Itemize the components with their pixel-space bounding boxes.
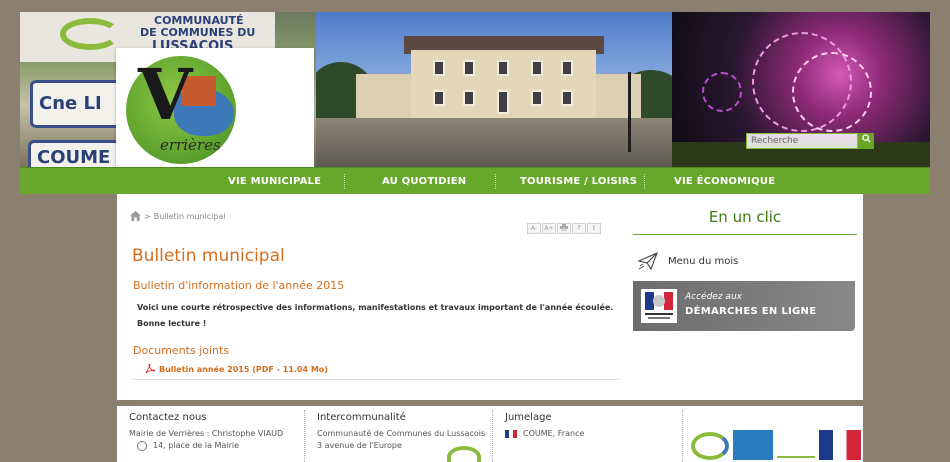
footer: Contactez nous Mairie de Verrières : Chr… (117, 400, 863, 462)
firework-burst (702, 72, 742, 112)
footer-jumelage: Jumelage COUME, France (505, 412, 584, 440)
attachment-link[interactable]: Bulletin année 2015 (PDF - 11.04 Mo) (145, 364, 328, 374)
sign-bottom-line-1: Cne LI (39, 93, 102, 114)
paper-plane-icon (638, 252, 658, 270)
window (433, 90, 445, 106)
partner-logos (691, 426, 863, 462)
facebook-share-button[interactable]: f (572, 223, 586, 234)
demarches-en-ligne-banner[interactable]: Accédez aux DÉMARCHES EN LIGNE (633, 281, 855, 331)
article-intro: Voici une courte rétrospective des infor… (137, 303, 614, 312)
address-icon (137, 440, 147, 451)
window (497, 60, 509, 76)
page-tools: A- A+ f t (527, 223, 601, 234)
nav-separator (344, 174, 345, 189)
logo-v-mark: V (138, 53, 193, 136)
attachment-link-label: Bulletin année 2015 (PDF - 11.04 Mo) (159, 364, 328, 374)
window (463, 90, 475, 106)
main-nav: VIE MUNICIPALE AU QUOTIDIEN TOURISME / L… (20, 167, 930, 194)
nav-separator (495, 174, 496, 189)
nav-item-vie-economique[interactable]: VIE ÉCONOMIQUE (674, 168, 775, 195)
breadcrumb: > Bulletin municipal (130, 211, 226, 221)
footer-separator (304, 410, 305, 462)
partner-logo-region[interactable] (777, 444, 815, 458)
hall-wing-left (356, 74, 416, 118)
firework-burst (792, 52, 872, 132)
footer-jumelage-heading: Jumelage (505, 412, 552, 423)
hall-facade (411, 50, 596, 118)
footer-interco-line-1: Communauté de Communes du Lussacois (317, 429, 486, 438)
footer-interco-heading: Intercommunalité (317, 412, 406, 423)
republique-francaise-logo (641, 289, 677, 323)
sign-swirl-icon (60, 18, 120, 50)
search-form (746, 133, 880, 149)
window (433, 60, 445, 76)
footer-contact-line-1: Mairie de Verrières : Christophe VIAUD (129, 429, 284, 438)
nav-item-tourisme-loisirs[interactable]: TOURISME / LOISIRS (520, 168, 637, 195)
sidebar-title: En un clic (708, 208, 782, 226)
font-decrease-button[interactable]: A- (527, 223, 541, 234)
content-divider (132, 379, 620, 380)
print-button[interactable] (557, 223, 571, 234)
header-banner: COMMUNAUTÉ DE COMMUNES DU LUSSACOIS Cne … (20, 12, 930, 167)
footer-jumelage-line-1[interactable]: COUME, France (523, 429, 584, 438)
print-icon (560, 224, 568, 232)
verrieres-logo[interactable]: V errières (116, 48, 314, 167)
sign-line-2: DE COMMUNES DU (140, 26, 256, 39)
pdf-icon (145, 364, 155, 374)
partner-logo-lussacois[interactable] (691, 432, 729, 460)
nav-separator (644, 174, 645, 189)
nav-item-vie-municipale[interactable]: VIE MUNICIPALE (228, 168, 321, 195)
font-increase-button[interactable]: A+ (542, 223, 556, 234)
page-title: Bulletin municipal (132, 246, 285, 266)
partner-logo-vienne[interactable] (733, 430, 773, 460)
search-button[interactable] (858, 133, 874, 149)
footer-contact: Contactez nous Mairie de Verrières : Chr… (129, 412, 283, 452)
home-icon[interactable] (130, 211, 141, 221)
sign-bottom-line-2: COUME (37, 147, 111, 167)
window (531, 60, 543, 76)
sidebar-item-menu-du-mois[interactable]: Menu du mois (638, 252, 738, 270)
article-subtitle: Bulletin d'information de l'année 2015 (133, 279, 345, 292)
article-intro-closing: Bonne lecture ! (137, 319, 207, 328)
search-input[interactable] (746, 133, 858, 149)
logo-wordmark: errières (160, 136, 221, 154)
twitter-share-button[interactable]: t (587, 223, 601, 234)
door (497, 90, 509, 114)
marianne-icon (645, 292, 673, 319)
breadcrumb-separator: > (144, 211, 151, 221)
main-content: > Bulletin municipal A- A+ f t Bulletin … (117, 194, 863, 400)
window (463, 60, 475, 76)
interco-logo-icon (447, 446, 481, 462)
footer-separator (682, 410, 683, 462)
window (561, 60, 573, 76)
footer-contact-heading: Contactez nous (129, 412, 207, 423)
breadcrumb-current: Bulletin municipal (153, 211, 226, 221)
header-photo-town-hall (316, 12, 672, 167)
demarches-line-1: Accédez aux (685, 292, 742, 302)
french-flag-icon (505, 429, 517, 438)
partner-logo-prefecture[interactable] (819, 430, 861, 460)
footer-separator (492, 410, 493, 462)
nav-item-au-quotidien[interactable]: AU QUOTIDIEN (382, 168, 466, 195)
window (531, 90, 543, 106)
sidebar-item-label: Menu du mois (668, 255, 739, 267)
sidebar-title-underline (633, 234, 857, 235)
hall-square (316, 118, 672, 167)
hall-wing-right (591, 74, 641, 118)
search-icon (861, 134, 871, 143)
demarches-line-2: DÉMARCHES EN LIGNE (685, 306, 817, 317)
footer-contact-line-2: 14, place de la Mairie (153, 441, 240, 450)
window (561, 90, 573, 106)
attachments-heading: Documents joints (133, 344, 230, 357)
lamp-post (628, 72, 631, 152)
